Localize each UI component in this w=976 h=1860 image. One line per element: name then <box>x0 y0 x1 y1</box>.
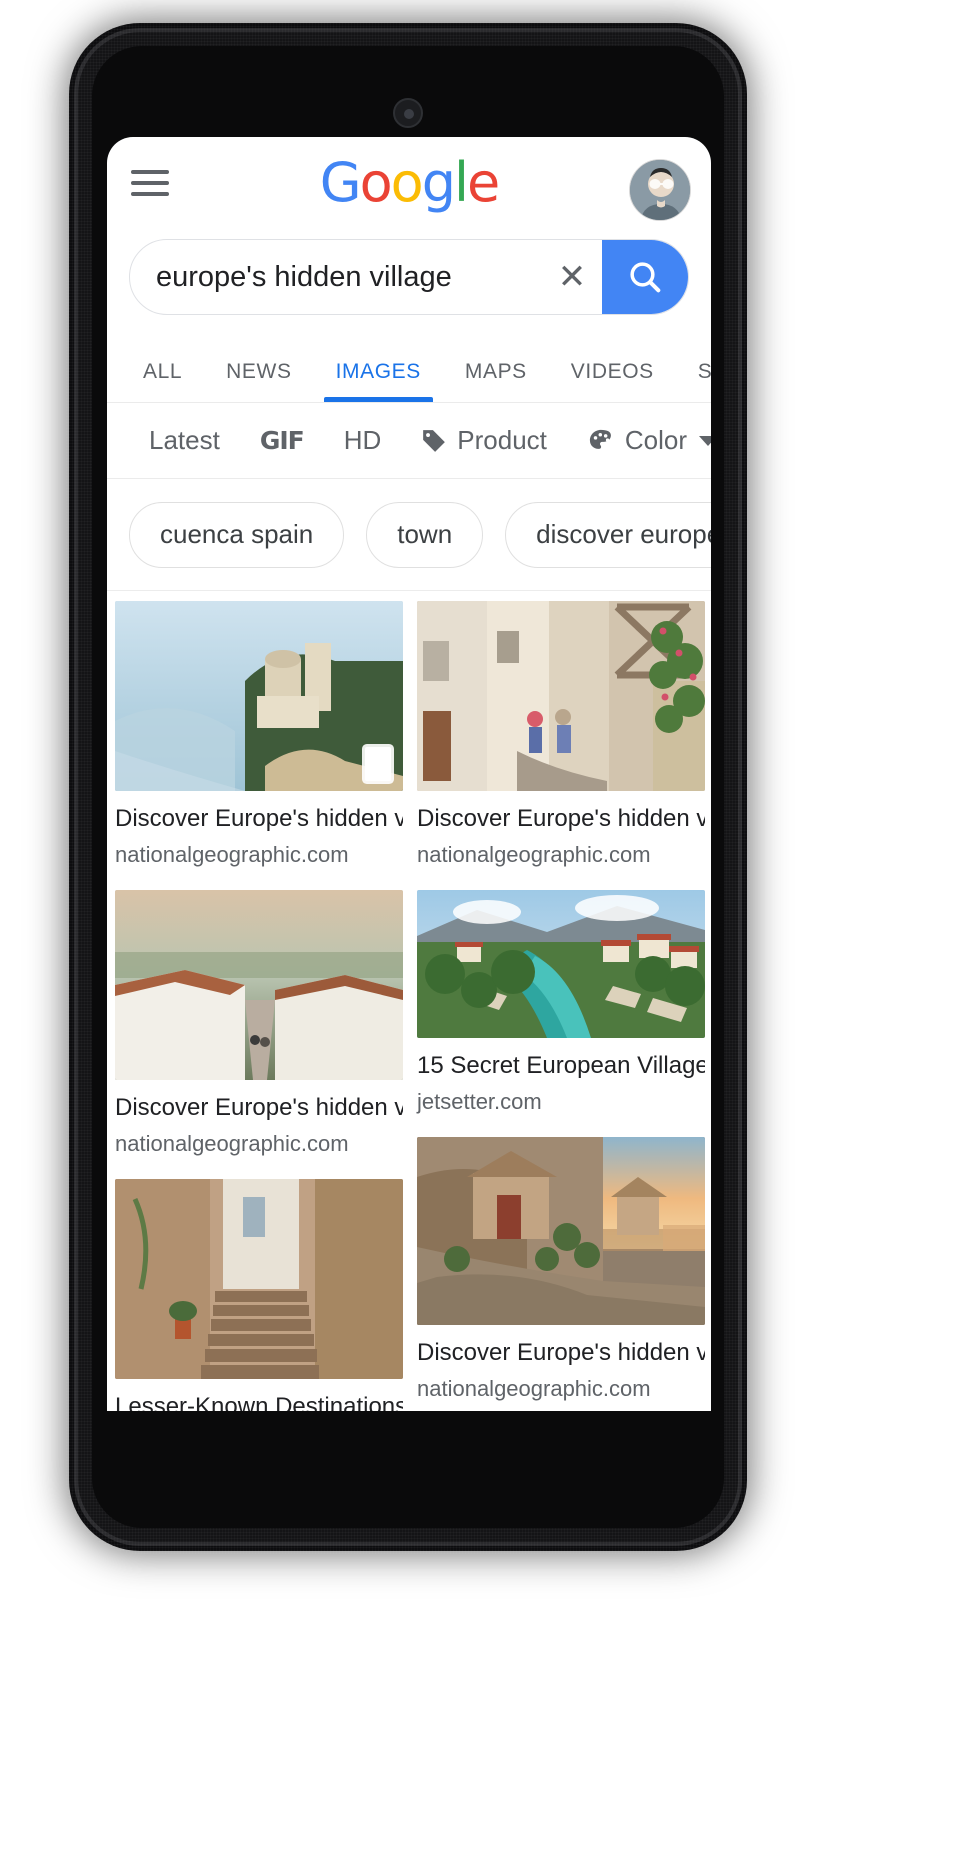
image-result-card[interactable]: 15 Secret European Villages … jetsetter.… <box>417 890 705 1115</box>
tab-all[interactable]: ALL <box>121 360 204 402</box>
image-filter-bar: Latest GIF HD Product Color <box>107 403 711 479</box>
result-source[interactable]: jetsetter.com <box>417 1089 705 1115</box>
thumbnail-image-cliff-village-sunset <box>417 1137 705 1325</box>
results-column-left: Discover Europe's hidden villa… national… <box>107 601 403 1411</box>
google-logo: Google <box>319 151 500 214</box>
tab-shopping[interactable]: S <box>676 360 711 402</box>
chip-discover-europe[interactable]: discover europe <box>505 501 711 568</box>
search-button[interactable] <box>602 240 688 314</box>
filter-latest[interactable]: Latest <box>129 425 240 456</box>
tab-news[interactable]: NEWS <box>204 360 313 402</box>
palette-icon <box>589 429 611 449</box>
result-title[interactable]: Discover Europe's hidden villa… <box>417 805 705 833</box>
image-result-card[interactable]: Lesser-Known Destinations i… nationalgeo… <box>115 1179 403 1411</box>
result-title[interactable]: Discover Europe's hidden villa… <box>417 1339 705 1367</box>
avatar[interactable] <box>629 159 691 221</box>
app-header: Google <box>107 137 711 229</box>
thumbnail-image-whitewashed-village <box>115 890 403 1080</box>
filter-color-label: Color <box>624 425 688 455</box>
tag-icon <box>423 429 446 452</box>
front-camera-icon <box>393 98 423 128</box>
chip-cuenca-spain[interactable]: cuenca spain <box>129 501 345 568</box>
thumbnail-image-misty-castle <box>115 601 403 791</box>
result-thumbnail[interactable] <box>115 601 403 791</box>
related-search-chips: cuenca spain town discover europe <box>107 479 711 591</box>
screenshot-stage: Google europe's hidden village ✕ ALL NEW… <box>0 0 976 1860</box>
tab-maps[interactable]: MAPS <box>443 360 549 402</box>
image-results-grid: Discover Europe's hidden villa… national… <box>107 591 711 1411</box>
result-title[interactable]: Lesser-Known Destinations i… <box>115 1393 403 1411</box>
search-icon <box>630 262 661 293</box>
result-thumbnail[interactable] <box>417 601 705 791</box>
thumbnail-image-half-timbered-street <box>417 601 705 791</box>
close-icon[interactable]: ✕ <box>542 260 602 294</box>
gif-badge-icon <box>365 747 391 781</box>
image-result-card[interactable]: Discover Europe's hidden villa… national… <box>115 890 403 1157</box>
filter-gif[interactable]: GIF <box>240 426 324 455</box>
search-tabs: ALL NEWS IMAGES MAPS VIDEOS S <box>107 329 711 403</box>
chevron-down-icon <box>699 435 711 446</box>
result-thumbnail[interactable] <box>417 890 705 1038</box>
filter-hd[interactable]: HD <box>324 425 402 456</box>
chip-town[interactable]: town <box>366 501 484 568</box>
thumbnail-image-river-village <box>417 890 705 1038</box>
hamburger-menu-icon[interactable] <box>131 163 169 203</box>
google-images-page: Google europe's hidden village ✕ ALL NEW… <box>107 137 711 1411</box>
result-title[interactable]: Discover Europe's hidden villa… <box>115 805 403 833</box>
search-input[interactable]: europe's hidden village <box>130 261 542 294</box>
result-title[interactable]: Discover Europe's hidden villa… <box>115 1094 403 1122</box>
result-thumbnail[interactable] <box>417 1137 705 1325</box>
result-source[interactable]: nationalgeographic.com <box>115 1131 403 1157</box>
result-title[interactable]: 15 Secret European Villages … <box>417 1052 705 1080</box>
search-bar[interactable]: europe's hidden village ✕ <box>129 239 689 315</box>
filter-product-label: Product <box>457 425 547 455</box>
result-source[interactable]: nationalgeographic.com <box>417 1376 705 1402</box>
results-column-right: Discover Europe's hidden villa… national… <box>409 601 705 1411</box>
result-source[interactable]: nationalgeographic.com <box>115 842 403 868</box>
image-result-card[interactable]: Discover Europe's hidden villa… national… <box>115 601 403 868</box>
image-result-card[interactable]: Discover Europe's hidden villa… national… <box>417 601 705 868</box>
tab-videos[interactable]: VIDEOS <box>549 360 676 402</box>
thumbnail-image-stone-stairway <box>115 1179 403 1379</box>
filter-color[interactable]: Color <box>567 425 711 456</box>
result-thumbnail[interactable] <box>115 890 403 1080</box>
image-result-card[interactable]: Discover Europe's hidden villa… national… <box>417 1137 705 1402</box>
filter-product[interactable]: Product <box>401 425 567 456</box>
result-thumbnail[interactable] <box>115 1179 403 1379</box>
tab-images[interactable]: IMAGES <box>314 360 443 402</box>
result-source[interactable]: nationalgeographic.com <box>417 842 705 868</box>
